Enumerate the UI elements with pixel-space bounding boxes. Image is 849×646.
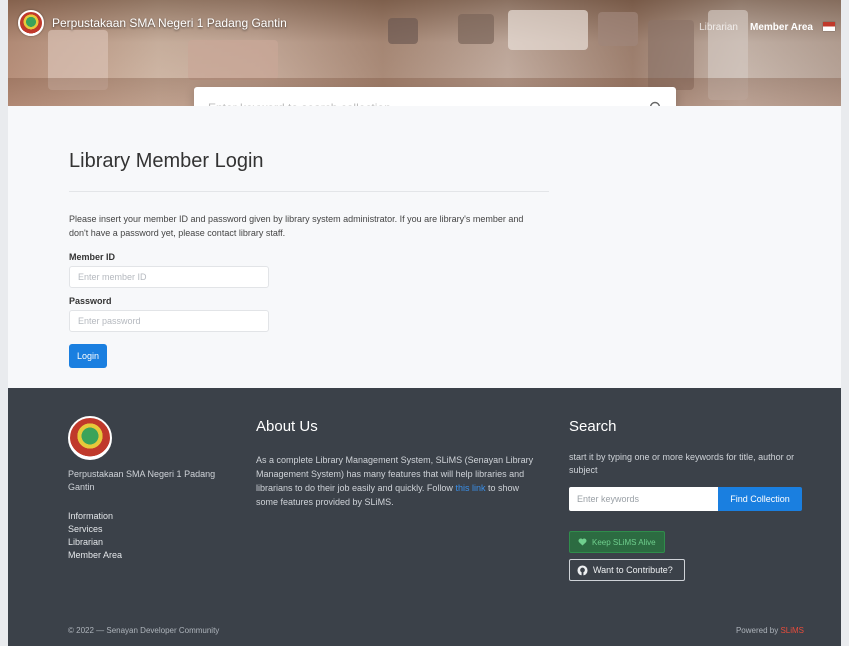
about-link[interactable]: this link (455, 483, 485, 493)
password-label: Password (69, 296, 112, 306)
login-section: Library Member Login Please insert your … (69, 150, 549, 368)
main-content: Library Member Login Please insert your … (8, 106, 841, 388)
about-text: As a complete Library Management System,… (256, 453, 541, 509)
member-id-label: Member ID (69, 252, 116, 262)
footer-search-column: Search start it by typing one or more ke… (569, 418, 809, 581)
password-field[interactable] (69, 310, 269, 332)
page: Perpustakaan SMA Negeri 1 Padang Gantin … (8, 0, 841, 646)
footer-search-input[interactable] (569, 487, 718, 511)
slims-link[interactable]: SLiMS (780, 626, 804, 635)
login-button[interactable]: Login (69, 344, 108, 368)
footer-search-form: Find Collection (569, 487, 809, 511)
search-help-text: start it by typing one or more keywords … (569, 452, 795, 475)
site-title: Perpustakaan SMA Negeri 1 Padang Gantin (52, 16, 287, 30)
powered-by-text: Powered by (735, 626, 779, 635)
school-logo-icon (18, 10, 44, 36)
footer-link-information[interactable]: Information (68, 510, 243, 523)
footer-about-column: About Us As a complete Library Managemen… (256, 418, 541, 509)
footer: Perpustakaan SMA Negeri 1 Padang Gantin … (8, 388, 841, 646)
about-title: About Us (256, 418, 318, 435)
footer-link-services[interactable]: Services (68, 523, 243, 536)
right-margin (841, 0, 849, 646)
page-title: Library Member Login (69, 150, 264, 172)
login-instructions: Please insert your member ID and passwor… (69, 214, 524, 238)
footer-brand-column: Perpustakaan SMA Negeri 1 Padang Gantin … (68, 416, 243, 562)
find-collection-button[interactable]: Find Collection (718, 487, 802, 511)
want-to-contribute-button[interactable]: Want to Contribute? (569, 559, 685, 581)
keep-slims-alive-label: Keep SLiMS Alive (592, 537, 656, 547)
powered-by: Powered by SLiMS (736, 626, 804, 635)
search-title: Search (569, 418, 617, 435)
title-divider (69, 191, 549, 192)
member-id-field[interactable] (69, 266, 269, 288)
top-nav: Librarian Member Area (699, 22, 813, 33)
footer-link-member-area[interactable]: Member Area (68, 549, 243, 562)
left-margin (0, 0, 8, 646)
nav-librarian[interactable]: Librarian (699, 22, 738, 33)
want-to-contribute-label: Want to Contribute? (593, 565, 673, 575)
heart-icon (578, 538, 587, 546)
language-flag-icon[interactable] (823, 22, 835, 31)
site-brand[interactable]: Perpustakaan SMA Negeri 1 Padang Gantin (18, 10, 287, 36)
nav-member-area[interactable]: Member Area (750, 22, 813, 33)
github-icon (577, 564, 588, 576)
footer-link-librarian[interactable]: Librarian (68, 536, 243, 549)
copyright: © 2022 — Senayan Developer Community (68, 626, 220, 635)
footer-brand: Perpustakaan SMA Negeri 1 Padang Gantin (68, 469, 216, 492)
footer-links: Information Services Librarian Member Ar… (68, 510, 243, 562)
keep-slims-alive-button[interactable]: Keep SLiMS Alive (569, 531, 665, 553)
footer-logo-icon (68, 416, 112, 460)
